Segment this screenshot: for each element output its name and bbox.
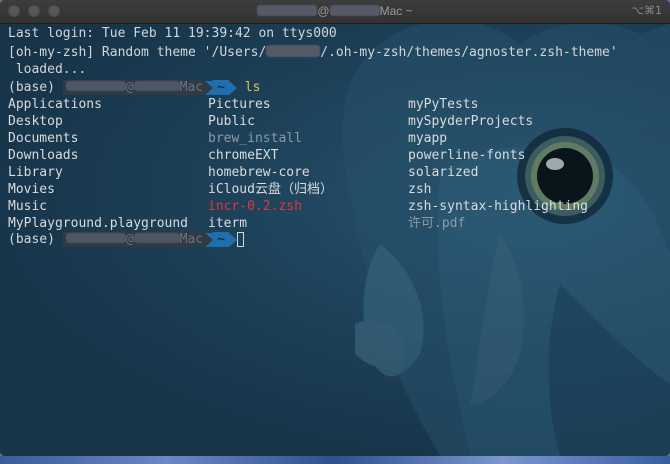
redacted-hostname [133, 81, 180, 91]
window-shortcut-label: ⌥⌘1 [631, 4, 662, 17]
ls-entry: 许可.pdf [408, 216, 466, 231]
ls-entry: Downloads [8, 148, 79, 163]
ls-entry: zsh-syntax-highlighting [408, 199, 589, 214]
prompt-user-segment: @ Mac [62, 232, 206, 247]
prompt-user-segment: @ Mac [62, 80, 206, 95]
prompt-line-2[interactable]: (base) @ Mac ~ [8, 231, 244, 248]
redacted-username [65, 233, 126, 243]
redacted-username [65, 81, 126, 91]
ls-entry: Public [208, 114, 255, 129]
desktop-background [0, 456, 670, 464]
window-title: @ Mac ~ [0, 4, 670, 18]
title-bar[interactable]: @ Mac ~ ⌥⌘1 [0, 0, 670, 24]
prompt-separator [205, 232, 214, 247]
ls-entry: myPyTests [408, 97, 479, 112]
ls-entry: Music [8, 199, 48, 214]
ls-entry: solarized [408, 165, 479, 180]
theme-line: [oh-my-zsh] Random theme '/Users//.oh-my… [8, 45, 618, 60]
redacted-hostname [329, 5, 380, 16]
ls-entry: zsh [408, 182, 432, 197]
text-cursor [236, 232, 244, 247]
redacted-username [257, 5, 318, 16]
prompt-separator [205, 80, 214, 95]
prompt-dir-segment: ~ [213, 80, 229, 95]
ls-entry: Movies [8, 182, 55, 197]
ls-entry: incr-0.2.zsh [208, 199, 302, 214]
ls-entry: mySpyderProjects [408, 114, 534, 129]
prompt-dir-segment: ~ [213, 232, 229, 247]
ls-entry: iterm [208, 216, 248, 231]
prompt-separator [228, 80, 237, 95]
redacted-hostname [133, 233, 180, 243]
ls-entry: MyPlayground.playground [8, 216, 189, 231]
ls-entry: Library [8, 165, 63, 180]
ls-entry: Applications [8, 97, 102, 112]
ls-entry: homebrew-core [208, 165, 310, 180]
prompt-separator [228, 232, 237, 247]
typed-command: ls [244, 80, 261, 95]
terminal-content[interactable]: Last login: Tue Feb 11 19:39:42 on ttys0… [0, 24, 670, 456]
ls-entry: iCloud云盘（归档） [208, 182, 333, 197]
prompt-line-1: (base) @ Mac ~ ls [8, 80, 261, 95]
theme-loaded-line: loaded... [8, 62, 87, 77]
ls-entry: Pictures [208, 97, 271, 112]
redacted-username [266, 45, 321, 57]
ls-entry: chromeEXT [208, 148, 279, 163]
ls-entry: powerline-fonts [408, 148, 526, 163]
terminal-window: @ Mac ~ ⌥⌘1 Last login: Tue Feb 11 19:39:… [0, 0, 670, 456]
ls-entry: Desktop [8, 114, 63, 129]
last-login-line: Last login: Tue Feb 11 19:39:42 on ttys0… [8, 26, 337, 41]
ls-entry: myapp [408, 131, 448, 146]
ls-entry: Documents [8, 131, 79, 146]
ls-entry: brew_install [208, 131, 302, 146]
